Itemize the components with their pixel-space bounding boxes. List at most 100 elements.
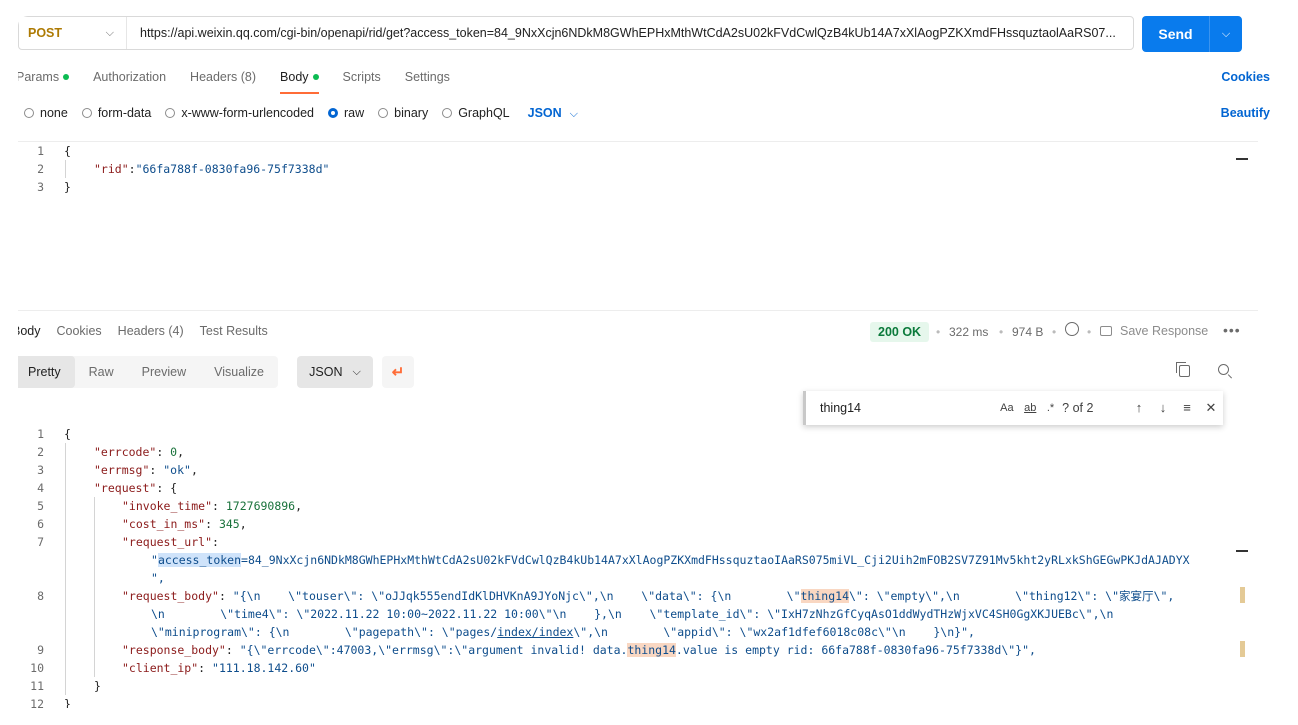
line-number: 2 [37,162,44,176]
radio-label: form-data [97,106,152,120]
json-value: \"miniprogram\": {\n \"pagepath\": \"pag… [151,625,498,639]
arrow-down-icon[interactable]: ↓ [1151,400,1175,416]
line-number: 9 [37,643,44,657]
search-icon[interactable] [1218,364,1229,375]
match-case-icon[interactable]: Aa [1000,402,1013,414]
response-time[interactable]: 322 ms [949,325,988,339]
body-format-select[interactable]: JSON ⌵ [528,106,578,121]
format-label: JSON [527,105,562,120]
cookies-link[interactable]: Cookies [1221,70,1270,84]
copy-icon[interactable] [1176,362,1190,377]
tab-response-headers[interactable]: Headers (4) [118,324,184,338]
tab-label: Body [280,70,309,84]
find-input[interactable]: thing14 [814,397,1000,419]
close-icon[interactable]: ✕ [1199,400,1223,416]
json-value: 1727690896 [225,499,296,513]
save-icon [1100,326,1112,336]
code-line: 11} [18,677,1258,695]
response-size[interactable]: 974 B [1012,325,1043,339]
tab-response-body[interactable]: Body [18,324,41,338]
active-dot-icon [312,74,319,80]
view-raw[interactable]: Raw [75,356,128,388]
radio-urlencoded[interactable]: x-www-form-urlencoded [165,106,314,120]
code-line-wrap: \"miniprogram\": {\n \"pagepath\": \"pag… [18,623,1258,641]
line-number: 2 [37,445,44,459]
code-line: 3} [18,178,1248,196]
code-line: 12} [18,695,1258,708]
find-match: thing14 [800,589,849,603]
send-button[interactable]: Send ⌵ [1142,16,1242,52]
radio-label: binary [394,106,429,120]
radio-binary[interactable]: binary [378,106,428,120]
more-options-icon[interactable]: ••• [1223,322,1241,338]
json-value: \",\n \"appid\": \"wx2af1dfef6018c08c\"\… [573,625,975,639]
overview-ruler-mark [1236,158,1248,160]
regex-icon[interactable]: .* [1047,402,1054,414]
url-input[interactable]: https://api.weixin.qq.com/cgi-bin/openap… [127,26,1133,40]
request-tabs: Params Authorization Headers (8) Body Sc… [18,60,1248,94]
tab-authorization[interactable]: Authorization [93,60,166,94]
radio-graphql[interactable]: GraphQL [442,106,510,120]
match-whole-word-icon[interactable]: ab [1024,402,1036,414]
radio-none[interactable]: none [24,106,68,120]
radio-circle-icon [24,108,34,118]
format-label: JSON [309,365,343,379]
globe-icon[interactable] [1065,322,1079,336]
view-preview[interactable]: Preview [128,356,200,388]
code-line: 3 "errmsg": "ok", [18,461,1258,479]
find-count: ? of 2 [1062,401,1094,415]
tab-params[interactable]: Params [18,60,70,94]
json-key: "invoke_time" [122,499,213,513]
line-number: 3 [37,463,44,477]
code-line-wrap: \n \"time4\": \"2022.11.22 10:00~2022.11… [18,605,1258,623]
request-body-editor[interactable]: 1{ 2 "rid":"66fa788f-0830fa96-75f7338d" 3… [18,142,1248,196]
code-text: { [64,427,71,441]
chevron-down-icon: ⌵ [352,365,361,378]
find-widget: thing14 Aa ab .* ? of 2 ↑ ↓ ≡ ✕ [803,391,1223,425]
tab-response-cookies[interactable]: Cookies [57,324,102,338]
chevron-down-icon: ⌵ [105,26,114,39]
json-value: .value is empty rid: 66fa788f-0830fa96-7… [675,643,1036,657]
tab-label: Headers (8) [190,70,257,84]
json-key: "request_url" [122,535,213,549]
line-number: 12 [30,697,44,708]
tab-settings[interactable]: Settings [405,60,450,94]
method-select[interactable]: POST ⌵ [19,17,127,49]
view-visualize[interactable]: Visualize [200,356,278,388]
tab-test-results[interactable]: Test Results [200,324,268,338]
radio-raw[interactable]: raw [328,106,364,120]
tab-headers[interactable]: Headers (8) [190,60,256,94]
view-pretty[interactable]: Pretty [18,356,75,388]
find-in-selection-icon[interactable]: ≡ [1175,400,1199,416]
radio-selected-icon [328,108,338,118]
radio-circle-icon [378,108,389,118]
beautify-button[interactable]: Beautify [1221,106,1270,120]
find-options: Aa ab .* [1000,402,1054,414]
json-link[interactable]: index/index [497,625,573,639]
save-response-button[interactable]: Save Response [1100,324,1208,338]
line-number: 11 [30,679,44,693]
wrap-lines-icon[interactable]: ↵ [382,356,414,388]
line-number: 1 [37,427,44,441]
line-number: 10 [30,661,44,675]
json-key: "errmsg" [94,463,150,477]
radio-circle-icon [442,108,453,118]
code-text: "rid":"66fa788f-0830fa96-75f7338d" [94,162,330,176]
line-number: 7 [37,535,44,549]
chevron-down-icon[interactable]: ⌵ [1210,28,1242,41]
code-line: 10 "client_ip": "111.18.142.60" [18,659,1258,677]
status-badge[interactable]: 200 OK [870,322,930,342]
json-key: "response_body" [122,643,226,657]
code-line-wrap: ", [18,569,1258,587]
tab-scripts[interactable]: Scripts [343,60,381,94]
arrow-up-icon[interactable]: ↑ [1127,400,1151,416]
url-bar: POST ⌵ https://api.weixin.qq.com/cgi-bin… [18,16,1134,50]
json-value: { [170,481,178,495]
tab-body[interactable]: Body [280,60,319,94]
response-body-viewer[interactable]: 1{ 2 "errcode": 0, 3 "errmsg": "ok", 4 "req… [18,425,1258,708]
chevron-down-icon: ⌵ [569,107,579,120]
code-text: { [64,144,71,158]
send-label: Send [1158,26,1193,42]
radio-form-data[interactable]: form-data [81,106,152,120]
response-format-select[interactable]: JSON ⌵ [297,356,373,388]
